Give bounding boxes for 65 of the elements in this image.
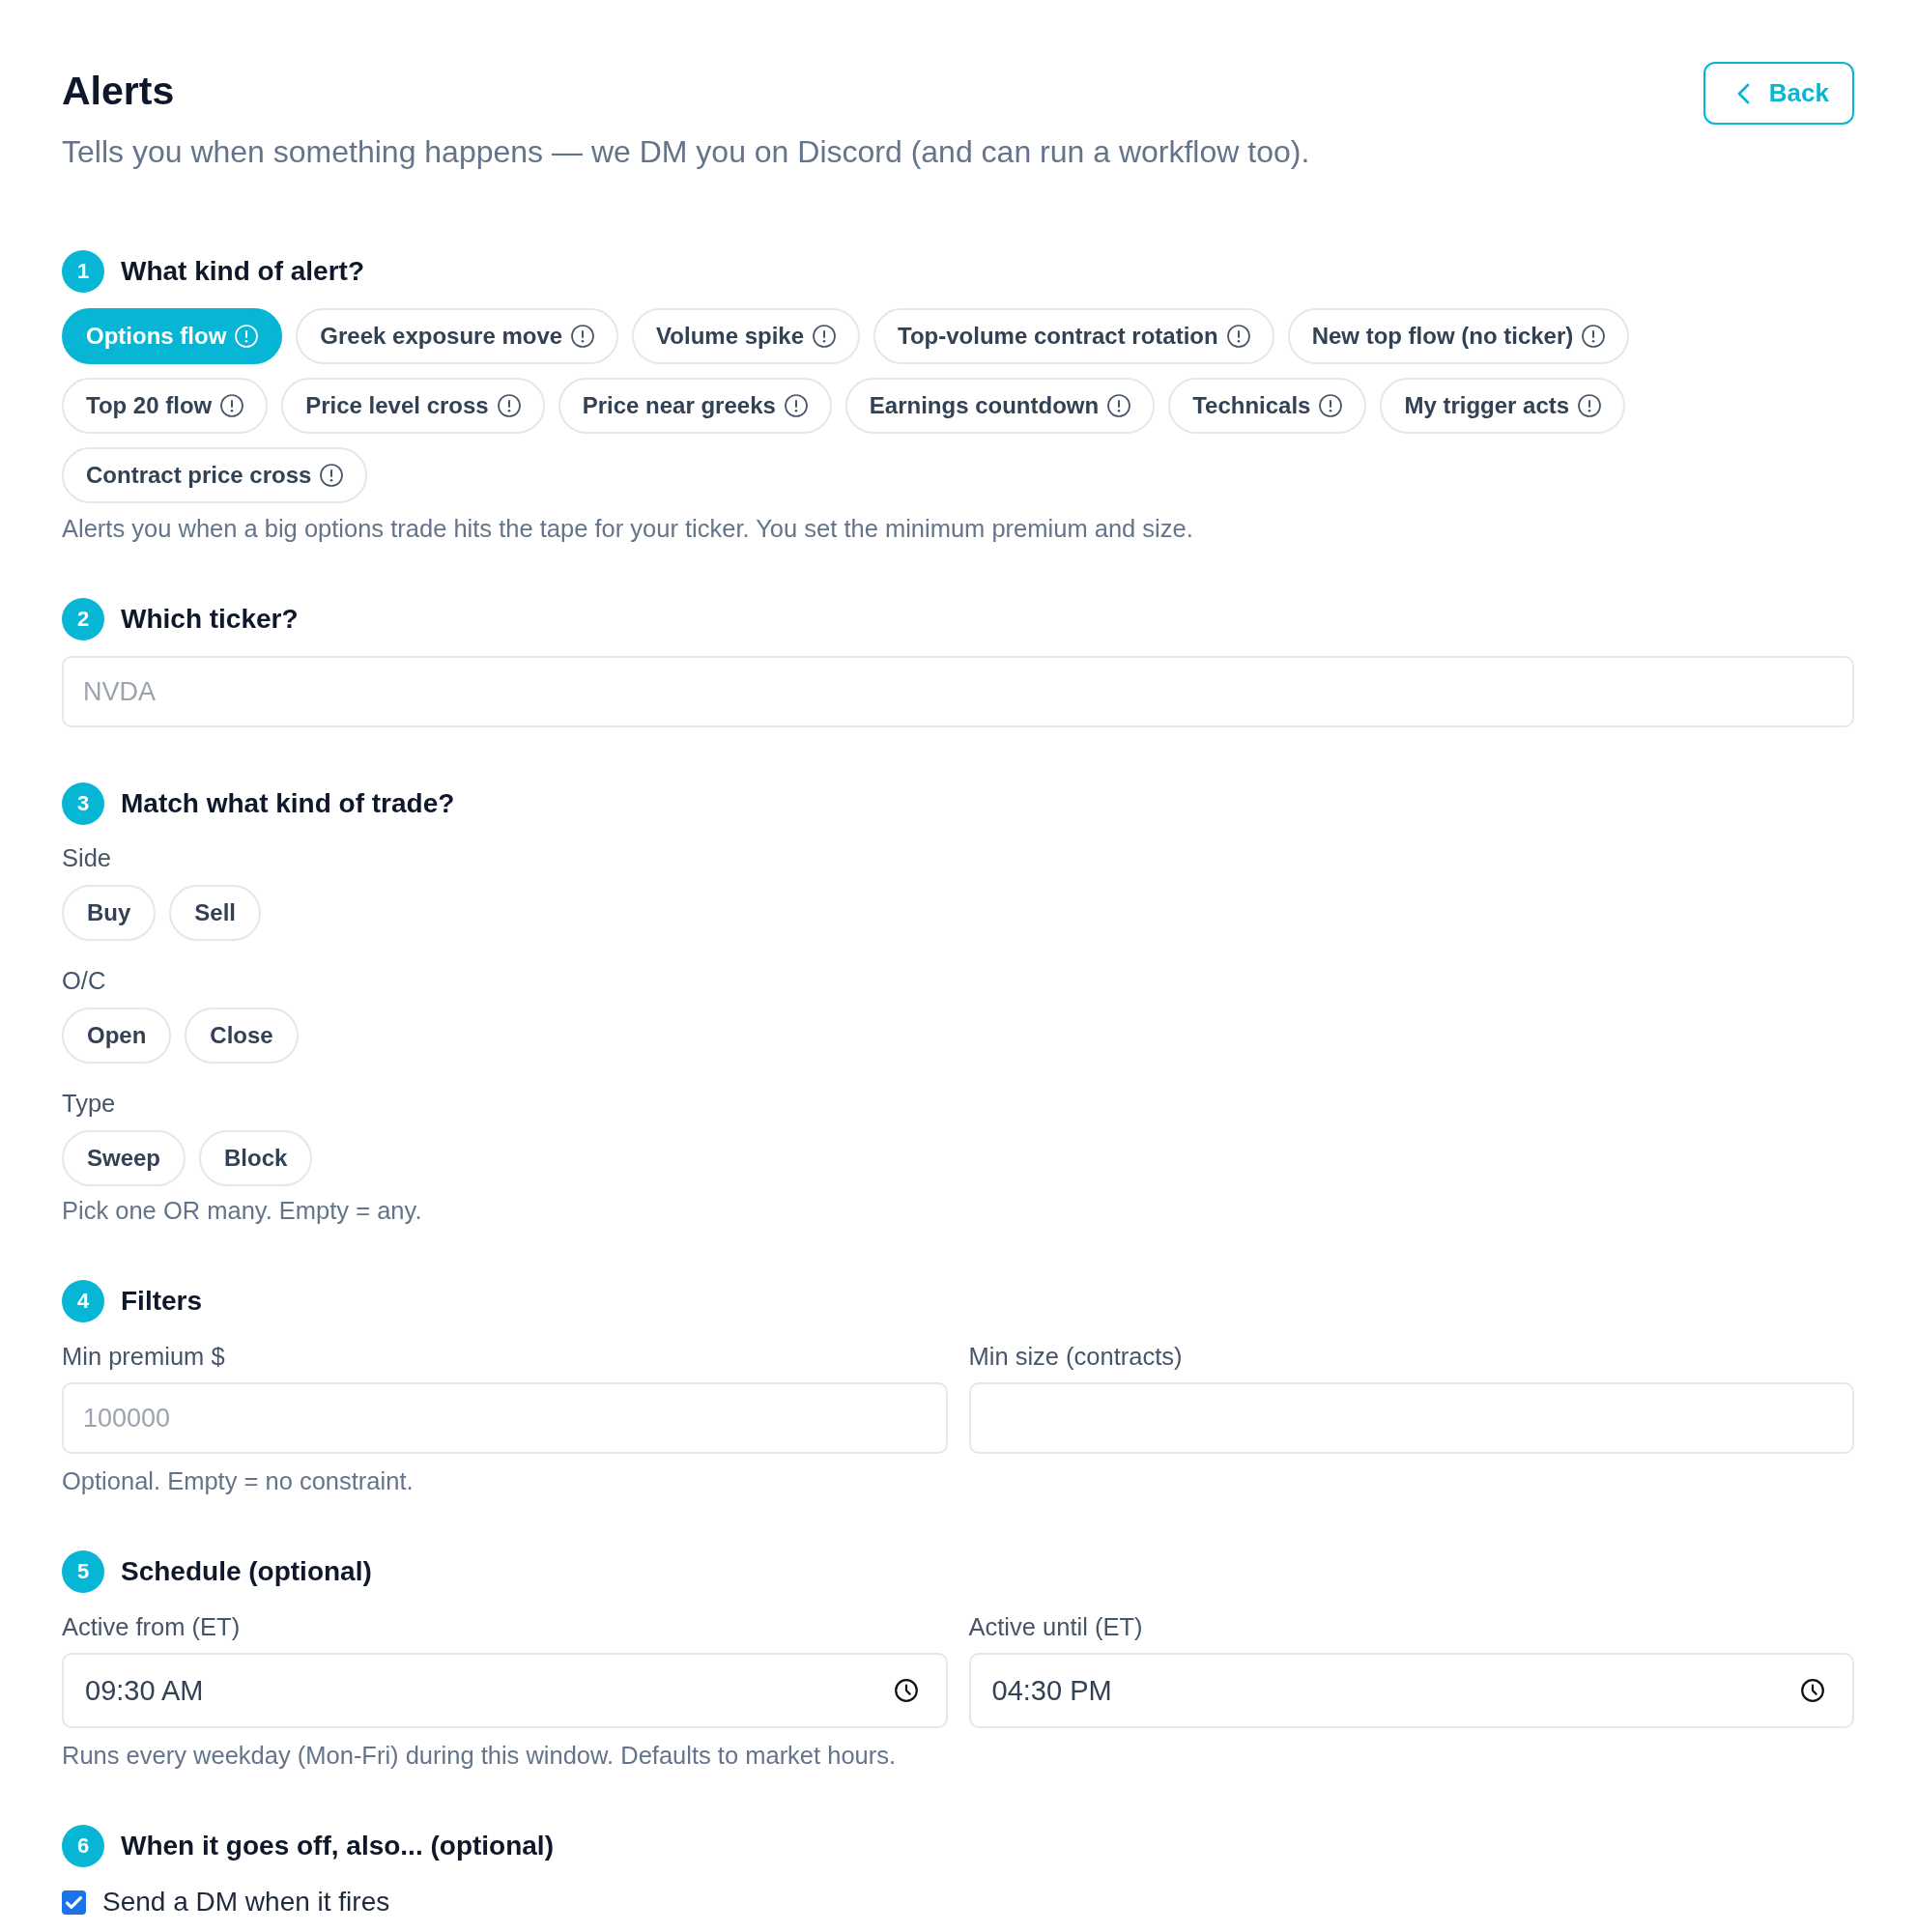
step-number: 3 — [62, 782, 104, 825]
step-number: 1 — [62, 250, 104, 293]
info-icon — [220, 394, 244, 417]
section-heading: Filters — [121, 1285, 203, 1318]
info-icon — [1319, 394, 1343, 417]
info-icon — [1107, 394, 1131, 417]
option-chip[interactable]: Close — [185, 1008, 299, 1064]
section-heading: Match what kind of trade? — [121, 787, 455, 820]
time-input[interactable]: 04:30 PM — [968, 1653, 1854, 1728]
helper-text: Runs every weekday (Mon-Fri) during this window. Defaults to market hours. — [62, 1741, 898, 1770]
info-icon — [497, 394, 521, 417]
clock-icon — [894, 1679, 918, 1702]
alert-type-chip[interactable]: Volume spike — [632, 308, 861, 364]
info-icon — [235, 325, 259, 348]
info-icon — [1582, 325, 1606, 348]
info-icon — [1226, 325, 1250, 348]
alert-type-chip[interactable]: My trigger acts — [1380, 378, 1626, 434]
info-icon — [1578, 394, 1602, 417]
alert-type-chip[interactable]: Top 20 flow — [62, 378, 269, 434]
step-number: 6 — [62, 1825, 104, 1867]
info-icon — [571, 325, 595, 348]
ticker-input[interactable]: NVDA — [62, 656, 1854, 727]
alert-type-chip[interactable]: Contract price cross — [62, 447, 368, 503]
field-label: O/C — [62, 966, 107, 995]
field-label: Active until (ET) — [968, 1612, 1144, 1641]
alert-type-chip[interactable]: Earnings countdown — [844, 378, 1156, 434]
text-input[interactable] — [968, 1382, 1854, 1454]
info-icon — [813, 325, 837, 348]
alert-type-chip[interactable]: Price level cross — [281, 378, 545, 434]
info-icon — [784, 394, 808, 417]
alert-type-chip[interactable]: Technicals — [1168, 378, 1367, 434]
checkmark-icon — [66, 1895, 82, 1909]
page-subtitle: Tells you when something happens — we DM you on Discord (and can run a workflow too). — [62, 133, 1310, 171]
option-chip[interactable]: Sweep — [62, 1130, 186, 1186]
field-label: Min premium $ — [62, 1342, 226, 1371]
alert-type-chip[interactable]: Top-volume contract rotation — [873, 308, 1274, 364]
step-number: 2 — [62, 598, 104, 640]
step-number: 5 — [62, 1550, 104, 1593]
info-icon — [320, 464, 344, 487]
helper-text: Alerts you when a big options trade hits the tape for your ticker. You set the minimum premium and size. — [62, 514, 1194, 543]
chevron-left-icon — [1735, 82, 1750, 104]
helper-text: Pick one OR many. Empty = any. — [62, 1196, 423, 1225]
alert-type-chip[interactable]: New top flow (no ticker) — [1287, 308, 1630, 364]
option-chip[interactable]: Buy — [62, 885, 157, 941]
field-label: Min size (contracts) — [968, 1342, 1184, 1371]
helper-text: Optional. Empty = no constraint. — [62, 1466, 415, 1495]
checkbox[interactable] — [62, 1889, 86, 1915]
option-chip[interactable]: Open — [62, 1008, 172, 1064]
section-heading: What kind of alert? — [121, 255, 364, 288]
section-heading: Schedule (optional) — [121, 1555, 372, 1588]
option-chip[interactable]: Block — [199, 1130, 313, 1186]
time-input[interactable]: 09:30 AM — [62, 1653, 948, 1728]
section-heading: Which ticker? — [121, 603, 299, 636]
field-label: Side — [62, 843, 113, 872]
alert-type-chip[interactable]: Greek exposure move — [296, 308, 619, 364]
field-label: Type — [62, 1089, 117, 1118]
alert-type-chip[interactable]: Price near greeks — [558, 378, 832, 434]
option-chip[interactable]: Sell — [169, 885, 262, 941]
section-heading: When it goes off, also... (optional) — [121, 1830, 554, 1862]
clock-icon — [1801, 1679, 1824, 1702]
checkbox-label: Send a DM when it fires — [102, 1886, 390, 1918]
page-title: Alerts — [62, 68, 176, 114]
step-number: 4 — [62, 1280, 104, 1322]
field-label: Active from (ET) — [62, 1612, 242, 1641]
text-input[interactable]: 100000 — [62, 1382, 948, 1454]
